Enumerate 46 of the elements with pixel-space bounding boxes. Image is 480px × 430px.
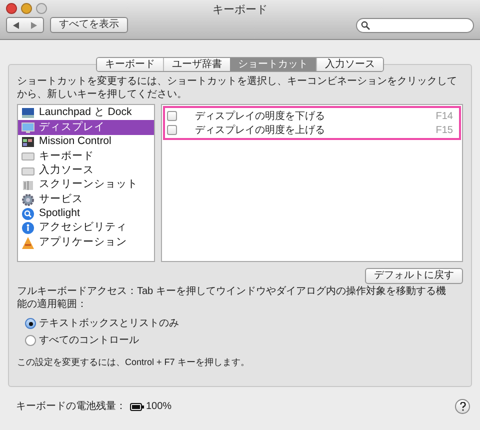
- tab[interactable]: ユーザ辞書: [163, 58, 230, 71]
- back-forward-control[interactable]: [6, 17, 44, 33]
- help-icon: [460, 402, 466, 411]
- close-button[interactable]: [6, 3, 17, 14]
- monitor-icon: [21, 120, 35, 135]
- full-keyboard-access-text: フルキーボードアクセス：Tab キーを押してウインドウやダイアログ内の操作対象を移動する機能の適用範囲：: [17, 285, 447, 311]
- battery-level-text: 100%: [146, 400, 172, 414]
- restore-defaults-button[interactable]: デフォルトに戻す: [365, 268, 463, 284]
- category-item[interactable]: 入力ソース: [18, 164, 154, 178]
- back-icon[interactable]: [13, 22, 19, 28]
- category-item[interactable]: Spotlight: [18, 206, 154, 222]
- category-item[interactable]: キーボード: [18, 149, 154, 164]
- shortcut-label: ディスプレイの明度を下げる: [195, 110, 325, 124]
- note-text: この設定を変更するには、Control + F7 キーを押します。: [17, 356, 250, 369]
- app-icon: [21, 236, 35, 250]
- gear-icon: [21, 192, 35, 207]
- shortcut-label: ディスプレイの明度を上げる: [195, 124, 325, 138]
- window-title: キーボード: [212, 3, 268, 18]
- checkbox[interactable]: [167, 111, 177, 121]
- category-item[interactable]: ディスプレイ: [18, 120, 154, 135]
- radio-button[interactable]: [25, 335, 36, 346]
- battery-icon: [130, 402, 144, 410]
- minimize-button[interactable]: [21, 3, 32, 14]
- search-field[interactable]: [356, 18, 474, 33]
- radio-button[interactable]: [25, 318, 36, 329]
- search-icon: [21, 206, 35, 221]
- battery-label: キーボードの電池残量：: [16, 400, 126, 414]
- windows-icon: [21, 134, 35, 149]
- tab[interactable]: キーボード: [97, 58, 163, 71]
- category-item[interactable]: アクセシビリティ: [18, 221, 154, 236]
- category-item[interactable]: サービス: [18, 192, 154, 207]
- tab[interactable]: 入力ソース: [316, 58, 383, 71]
- category-item[interactable]: Mission Control: [18, 134, 154, 150]
- category-item[interactable]: Launchpad と Dock: [18, 106, 154, 120]
- checkbox[interactable]: [167, 125, 177, 135]
- radio-label: テキストボックスとリストのみ: [39, 317, 179, 331]
- radio-label: すべてのコントロール: [39, 334, 139, 348]
- category-item[interactable]: スクリーンショット: [18, 178, 154, 192]
- dock-icon: [21, 106, 35, 120]
- show-all-button[interactable]: すべてを表示: [50, 17, 128, 33]
- search-icon: [361, 21, 370, 30]
- instructions-text: ショートカットを変更するには、ショートカットを選択し、キーコンビネーションをクリックしてから、新しいキーを押してください。: [17, 75, 458, 101]
- zoom-button[interactable]: [36, 3, 47, 14]
- help-button[interactable]: [455, 399, 470, 414]
- category-item[interactable]: アプリケーション: [18, 236, 154, 250]
- forward-icon[interactable]: [31, 22, 37, 28]
